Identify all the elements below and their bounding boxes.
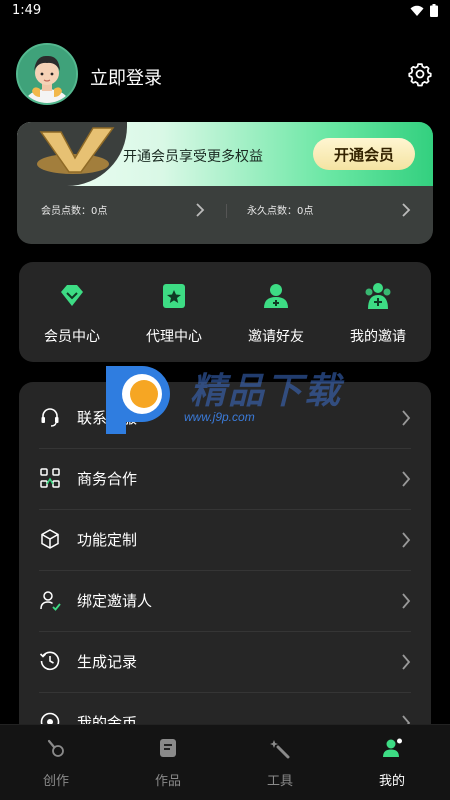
- status-bar: 1:49: [0, 0, 450, 22]
- vip-card: 开通会员享受更多权益 开通会员 会员点数：0点 永久点数：0点: [17, 122, 433, 244]
- quick-action-label: 会员中心: [44, 329, 100, 345]
- tools-icon: [270, 740, 290, 759]
- member-points[interactable]: 会员点数：0点: [41, 202, 107, 217]
- tab-tools[interactable]: 工具: [224, 737, 336, 789]
- tab-label: 创作: [42, 774, 69, 789]
- vip-promo-text: 开通会员享受更多权益: [123, 149, 263, 165]
- quick-action-agent-center[interactable]: 代理中心: [124, 278, 224, 354]
- headset-icon: [41, 408, 59, 427]
- menu-item-business[interactable]: 商务合作: [19, 449, 431, 510]
- create-icon: [47, 739, 64, 757]
- quick-action-invite-friends[interactable]: 邀请好友: [226, 278, 326, 354]
- menu-label: 商务合作: [77, 470, 138, 488]
- menu-label: 联系客服: [77, 409, 138, 427]
- menu-item-history[interactable]: 生成记录: [19, 632, 431, 693]
- settings-menu: 联系客服 商务合作 功能定制 绑定邀请人 生成记录 我的金币: [19, 382, 431, 742]
- cube-icon: [41, 529, 59, 549]
- quick-action-label: 我的邀请: [350, 329, 406, 345]
- chevron-right-icon: [402, 593, 411, 609]
- menu-item-bind-inviter[interactable]: 绑定邀请人: [19, 571, 431, 632]
- business-icon: [40, 468, 60, 488]
- bottom-tab-bar: 创作 作品 工具 我的: [0, 724, 450, 800]
- menu-label: 生成记录: [77, 653, 138, 671]
- chevron-right-icon: [402, 654, 411, 670]
- tab-label: 作品: [154, 774, 181, 789]
- avatar[interactable]: [16, 43, 78, 105]
- chevron-right-icon: [196, 203, 205, 217]
- points-row: 会员点数：0点 永久点数：0点: [17, 196, 433, 226]
- permanent-points[interactable]: 永久点数：0点: [247, 202, 313, 217]
- chevron-right-icon: [402, 471, 411, 487]
- group-add-icon: [365, 283, 391, 309]
- menu-label: 功能定制: [77, 531, 138, 549]
- profile-header: 立即登录: [16, 40, 434, 108]
- gear-icon: [408, 63, 432, 87]
- quick-action-member-center[interactable]: 会员中心: [22, 278, 122, 354]
- menu-item-customization[interactable]: 功能定制: [19, 510, 431, 571]
- menu-item-customer-service[interactable]: 联系客服: [19, 388, 431, 449]
- status-time: 1:49: [12, 3, 42, 18]
- tab-works[interactable]: 作品: [112, 737, 224, 789]
- quick-action-label: 邀请好友: [248, 329, 304, 345]
- chevron-right-icon: [402, 203, 411, 217]
- tab-create[interactable]: 创作: [0, 737, 112, 789]
- login-link[interactable]: 立即登录: [90, 64, 162, 90]
- chevron-right-icon: [402, 532, 411, 548]
- wifi-icon: [410, 5, 424, 16]
- tab-label: 工具: [266, 774, 293, 789]
- battery-icon: [430, 4, 438, 17]
- add-person-icon: [264, 284, 288, 308]
- profile-icon: [383, 738, 402, 757]
- star-badge-icon: [163, 284, 185, 308]
- vip-crown-icon: [37, 127, 115, 174]
- menu-label: 绑定邀请人: [77, 592, 153, 610]
- bind-user-icon: [40, 591, 61, 611]
- tab-profile[interactable]: 我的: [336, 737, 448, 789]
- history-icon: [39, 651, 60, 671]
- quick-action-my-invites[interactable]: 我的邀请: [328, 278, 428, 354]
- avatar-illustration: [18, 45, 76, 103]
- quick-action-label: 代理中心: [146, 329, 202, 345]
- quick-actions: 会员中心 代理中心 邀请好友 我的邀请: [19, 262, 431, 362]
- tab-label: 我的: [378, 774, 405, 789]
- works-icon: [160, 739, 176, 757]
- heart-diamond-icon: [61, 285, 83, 306]
- open-vip-button[interactable]: 开通会员: [313, 138, 415, 170]
- status-icons: [410, 4, 438, 17]
- chevron-right-icon: [402, 410, 411, 426]
- settings-button[interactable]: [406, 60, 434, 88]
